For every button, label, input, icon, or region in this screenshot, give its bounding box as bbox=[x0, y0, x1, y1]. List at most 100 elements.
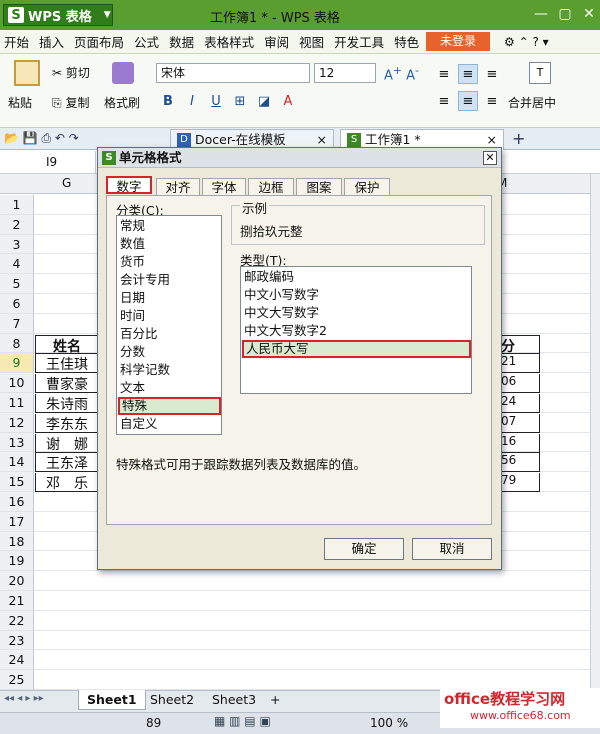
tab-border[interactable]: 边框 bbox=[248, 178, 294, 196]
login-button[interactable]: 未登录 bbox=[426, 32, 490, 51]
row-header[interactable]: 20 bbox=[0, 571, 34, 591]
row-header[interactable]: 13 bbox=[0, 432, 34, 453]
close-button[interactable]: ✕ bbox=[578, 4, 600, 24]
category-item[interactable]: 科学记数 bbox=[118, 361, 221, 379]
row-header[interactable]: 23 bbox=[0, 630, 34, 651]
format-painter-icon[interactable] bbox=[112, 62, 134, 84]
row-header[interactable]: 9 bbox=[0, 353, 34, 374]
row-header[interactable]: 21 bbox=[0, 591, 34, 611]
add-sheet-button[interactable]: + bbox=[262, 690, 288, 710]
category-item[interactable]: 常规 bbox=[118, 217, 221, 235]
category-item[interactable]: 货币 bbox=[118, 253, 221, 271]
format-painter-label[interactable]: 格式刷 bbox=[104, 94, 140, 111]
category-item[interactable]: 会计专用 bbox=[118, 271, 221, 289]
maximize-button[interactable]: ▢ bbox=[554, 4, 576, 24]
cut-button[interactable]: ✂ 剪切 bbox=[52, 64, 90, 81]
menu-item[interactable]: 插入 bbox=[39, 32, 64, 51]
name-box[interactable]: I9 bbox=[0, 151, 96, 173]
underline-button[interactable]: U bbox=[206, 91, 226, 111]
italic-button[interactable]: I bbox=[182, 91, 202, 111]
ok-button[interactable]: 确定 bbox=[324, 538, 404, 560]
row-header[interactable]: 16 bbox=[0, 492, 34, 512]
sheet-tab-3[interactable]: Sheet3 bbox=[204, 690, 264, 710]
view-mode-icons[interactable]: ▦ ▥ ▤ ▣ bbox=[214, 714, 271, 728]
paste-label[interactable]: 粘贴 bbox=[8, 94, 32, 111]
font-name-select[interactable]: 宋体 bbox=[156, 63, 310, 83]
row-header[interactable]: 11 bbox=[0, 393, 34, 413]
row-header[interactable]: 24 bbox=[0, 650, 34, 671]
zoom-level[interactable]: 100 % bbox=[370, 716, 408, 730]
type-item[interactable]: 中文大写数字2 bbox=[242, 322, 471, 340]
name-cell[interactable]: 李东东 bbox=[35, 413, 99, 433]
row-header[interactable]: 17 bbox=[0, 511, 34, 532]
row-header[interactable]: 22 bbox=[0, 610, 34, 631]
menu-item[interactable]: 开发工具 bbox=[334, 32, 384, 51]
merge-center-button[interactable]: 合并居中 bbox=[508, 94, 556, 111]
name-cell[interactable]: 谢 娜 bbox=[35, 433, 99, 453]
vertical-scrollbar[interactable] bbox=[590, 174, 600, 690]
ribbon-toggle-icons[interactable]: ⚙ ⌃ ? ▾ bbox=[504, 35, 549, 49]
menu-item[interactable]: 特色 bbox=[394, 32, 419, 51]
dialog-close-button[interactable]: ✕ bbox=[483, 151, 497, 165]
align-left-icon[interactable]: ≡ bbox=[434, 91, 454, 111]
merge-icon[interactable]: T bbox=[529, 62, 551, 84]
menu-item[interactable]: 公式 bbox=[134, 32, 159, 51]
new-tab-button[interactable]: + bbox=[512, 129, 525, 148]
font-grow-icon[interactable]: A+ A- bbox=[384, 64, 419, 83]
copy-button[interactable]: ⎘ 复制 bbox=[52, 94, 89, 111]
row-header[interactable]: 4 bbox=[0, 254, 34, 275]
category-list[interactable]: 常规 数值 货币 会计专用 日期 时间 百分比 分数 科学记数 文本 特殊 自定义 bbox=[116, 215, 222, 435]
type-item[interactable]: 邮政编码 bbox=[242, 268, 471, 286]
tab-number[interactable]: 数字 bbox=[106, 176, 152, 194]
fill-color-icon[interactable]: ◪ bbox=[254, 91, 274, 111]
name-cell[interactable]: 曹家豪 bbox=[35, 374, 99, 394]
row-header[interactable]: 18 bbox=[0, 531, 34, 552]
minimize-button[interactable]: — bbox=[530, 4, 552, 24]
row-header[interactable]: 7 bbox=[0, 313, 34, 334]
name-cell[interactable]: 邓 乐 bbox=[35, 473, 99, 493]
row-header[interactable]: 19 bbox=[0, 551, 34, 572]
category-item[interactable]: 分数 bbox=[118, 343, 221, 361]
row-header[interactable]: 3 bbox=[0, 234, 34, 255]
row-header[interactable]: 5 bbox=[0, 274, 34, 294]
quick-access-toolbar[interactable]: 📂 💾 ⎙ ↶ ↷ bbox=[4, 131, 79, 146]
category-item[interactable]: 日期 bbox=[118, 289, 221, 307]
align-middle-icon[interactable]: ≡ bbox=[458, 64, 478, 84]
align-center-icon[interactable]: ≡ bbox=[458, 91, 478, 111]
app-menu-button[interactable]: S WPS 表格 ▼ bbox=[3, 4, 113, 26]
tab-alignment[interactable]: 对齐 bbox=[156, 178, 200, 196]
row-header[interactable]: 8 bbox=[0, 333, 34, 354]
menu-item[interactable]: 数据 bbox=[169, 32, 194, 51]
name-header-cell[interactable]: 姓名 bbox=[35, 334, 99, 355]
row-header[interactable]: 10 bbox=[0, 373, 34, 393]
font-color-icon[interactable]: A bbox=[278, 91, 298, 111]
row-header[interactable]: 14 bbox=[0, 452, 34, 473]
menu-item[interactable]: 页面布局 bbox=[74, 32, 124, 51]
row-header[interactable]: 6 bbox=[0, 294, 34, 314]
row-header[interactable]: 15 bbox=[0, 472, 34, 492]
type-item[interactable]: 中文大写数字 bbox=[242, 304, 471, 322]
border-icon[interactable]: ⊞ bbox=[230, 91, 250, 111]
menu-item[interactable]: 视图 bbox=[299, 32, 324, 51]
cancel-button[interactable]: 取消 bbox=[412, 538, 492, 560]
menu-item[interactable]: 审阅 bbox=[264, 32, 289, 51]
name-cell[interactable]: 王佳琪 bbox=[35, 354, 99, 374]
sheet-nav-arrows[interactable]: ◂◂ ◂ ▸ ▸▸ bbox=[4, 693, 44, 704]
align-top-icon[interactable]: ≡ bbox=[434, 64, 454, 84]
align-bottom-icon[interactable]: ≡ bbox=[482, 64, 502, 84]
category-item[interactable]: 文本 bbox=[118, 379, 221, 397]
sheet-tab-1[interactable]: Sheet1 bbox=[78, 690, 146, 710]
paste-icon[interactable] bbox=[14, 60, 40, 86]
type-item[interactable]: 中文小写数字 bbox=[242, 286, 471, 304]
type-list[interactable]: 邮政编码 中文小写数字 中文大写数字 中文大写数字2 人民币大写 bbox=[240, 266, 472, 394]
row-header[interactable]: 2 bbox=[0, 214, 34, 235]
name-cell[interactable]: 王东泽 bbox=[35, 453, 99, 473]
category-item[interactable]: 自定义 bbox=[118, 415, 221, 433]
name-cell[interactable]: 朱诗雨 bbox=[35, 394, 99, 413]
menu-item[interactable]: 表格样式 bbox=[204, 32, 254, 51]
tab-font[interactable]: 字体 bbox=[202, 178, 246, 196]
row-header[interactable]: 1 bbox=[0, 195, 34, 215]
type-item[interactable]: 人民币大写 bbox=[242, 340, 471, 358]
align-right-icon[interactable]: ≡ bbox=[482, 91, 502, 111]
sheet-tab-2[interactable]: Sheet2 bbox=[142, 690, 202, 710]
